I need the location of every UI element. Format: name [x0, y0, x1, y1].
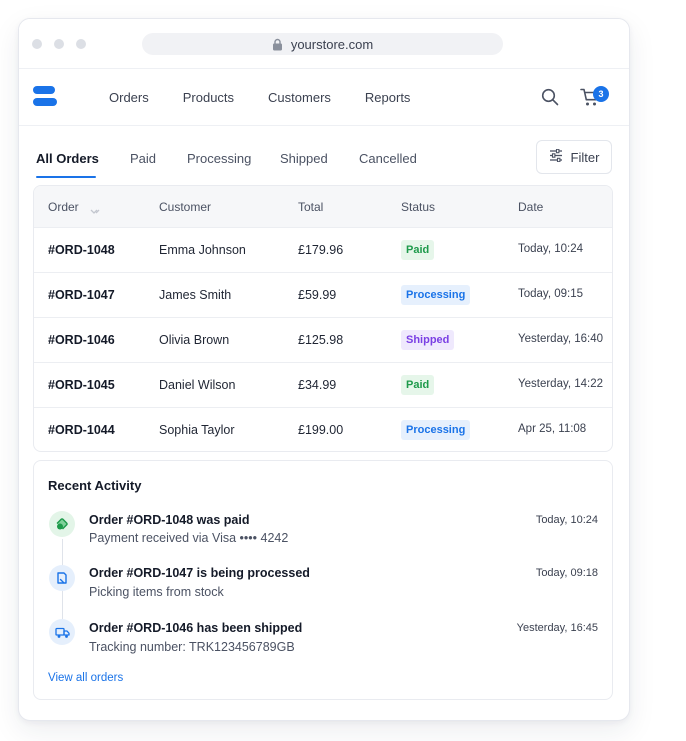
status-badge: Processing: [401, 420, 471, 440]
table-row[interactable]: #ORD-1045 Daniel Wilson £34.99 Paid Yest…: [34, 363, 612, 408]
order-date: Today, 10:24: [518, 243, 584, 255]
column-header-total[interactable]: Total: [298, 200, 323, 214]
recent-activity-title: Recent Activity: [48, 478, 142, 493]
search-icon[interactable]: [541, 88, 559, 111]
table-row[interactable]: #ORD-1047 James Smith £59.99 Processing …: [34, 273, 612, 318]
activity-detail: Tracking number: TRK123456789GB: [89, 640, 295, 654]
column-header-status[interactable]: Status: [401, 200, 435, 214]
status-badge: Processing: [401, 285, 471, 305]
order-total: £125.98: [298, 333, 344, 347]
customer-name: Emma Johnson: [159, 243, 246, 257]
table-row[interactable]: #ORD-1048 Emma Johnson £179.96 Paid Toda…: [34, 228, 612, 273]
customer-name: James Smith: [159, 288, 232, 302]
activity-detail: Picking items from stock: [89, 585, 224, 599]
table-row[interactable]: #ORD-1046 Olivia Brown £125.98 Shipped Y…: [34, 318, 612, 363]
customer-name: Daniel Wilson: [159, 378, 236, 392]
tab-all-orders[interactable]: All Orders: [36, 151, 99, 166]
nav-link-products[interactable]: Products: [183, 90, 234, 105]
nav-link-customers[interactable]: Customers: [268, 90, 331, 105]
tab-shipped[interactable]: Shipped: [280, 151, 328, 166]
status-badge: Paid: [401, 375, 435, 395]
address-bar[interactable]: yourstore.com: [142, 33, 503, 55]
status-badge: Shipped: [401, 330, 455, 350]
order-id[interactable]: #ORD-1045: [48, 378, 115, 392]
customer-name: Sophia Taylor: [159, 423, 235, 437]
url-text: yourstore.com: [290, 36, 374, 52]
window-dot-close[interactable]: [32, 39, 42, 49]
activity-time: Yesterday, 16:45: [516, 622, 598, 634]
column-header-customer[interactable]: Customer: [159, 200, 211, 214]
tab-paid[interactable]: Paid: [130, 151, 156, 166]
filter-icon: [549, 148, 563, 165]
recent-activity-panel: Recent Activity Order #ORD-1048 was paid…: [33, 460, 613, 700]
tab-cancelled[interactable]: Cancelled: [359, 151, 417, 166]
order-date: Apr 25, 11:08: [518, 423, 587, 435]
table-row[interactable]: #ORD-1044 Sophia Taylor £199.00 Processi…: [34, 408, 612, 451]
order-date: Yesterday, 14:22: [518, 378, 604, 390]
browser-window: yourstore.com Orders Products Customers …: [18, 18, 630, 721]
activity-detail: Payment received via Visa •••• 4242: [89, 531, 289, 545]
activity-title[interactable]: Order #ORD-1047 is being processed: [89, 566, 310, 580]
order-total: £199.00: [298, 423, 344, 437]
nav-links: Orders Products Customers Reports: [109, 69, 444, 126]
customer-name: Olivia Brown: [159, 333, 230, 347]
tab-processing[interactable]: Processing: [187, 151, 251, 166]
filter-label: Filter: [570, 149, 600, 165]
activity-time: Today, 10:24: [535, 514, 598, 526]
truck-icon: [49, 619, 75, 645]
order-date: Yesterday, 16:40: [518, 333, 604, 345]
activity-title[interactable]: Order #ORD-1048 was paid: [89, 513, 249, 527]
order-id[interactable]: #ORD-1044: [48, 423, 115, 437]
order-id[interactable]: #ORD-1047: [48, 288, 115, 302]
top-nav: Orders Products Customers Reports 3: [19, 69, 629, 126]
lock-icon: [272, 38, 283, 51]
order-total: £179.96: [298, 243, 344, 257]
column-header-date[interactable]: Date: [518, 200, 543, 214]
window-dot-maximize[interactable]: [76, 39, 86, 49]
order-total: £34.99: [298, 378, 337, 392]
nav-link-orders[interactable]: Orders: [109, 90, 149, 105]
orders-table: Order Customer Total Status Date #ORD-10…: [33, 185, 613, 452]
activity-title[interactable]: Order #ORD-1046 has been shipped: [89, 621, 302, 635]
active-tab-indicator: [36, 176, 96, 178]
order-id[interactable]: #ORD-1048: [48, 243, 115, 257]
sort-icon[interactable]: [90, 203, 102, 221]
order-id[interactable]: #ORD-1046: [48, 333, 115, 347]
order-total: £59.99: [298, 288, 337, 302]
logo[interactable]: [33, 86, 57, 108]
table-header: Order Customer Total Status Date: [34, 186, 612, 228]
nav-link-reports[interactable]: Reports: [365, 90, 411, 105]
status-badge: Paid: [401, 240, 435, 260]
activity-time: Today, 09:18: [535, 567, 598, 579]
column-header-order[interactable]: Order: [48, 200, 79, 214]
order-date: Today, 09:15: [518, 288, 584, 300]
filter-button[interactable]: Filter: [536, 140, 612, 174]
view-all-orders-link[interactable]: View all orders: [48, 672, 123, 684]
window-dot-minimize[interactable]: [54, 39, 64, 49]
order-tabs: All Orders Paid Processing Shipped Cance…: [19, 139, 629, 179]
cart-count-badge: 3: [593, 86, 609, 102]
browser-bar: yourstore.com: [19, 19, 629, 69]
processing-icon: [49, 565, 75, 591]
payment-icon: [49, 511, 75, 537]
